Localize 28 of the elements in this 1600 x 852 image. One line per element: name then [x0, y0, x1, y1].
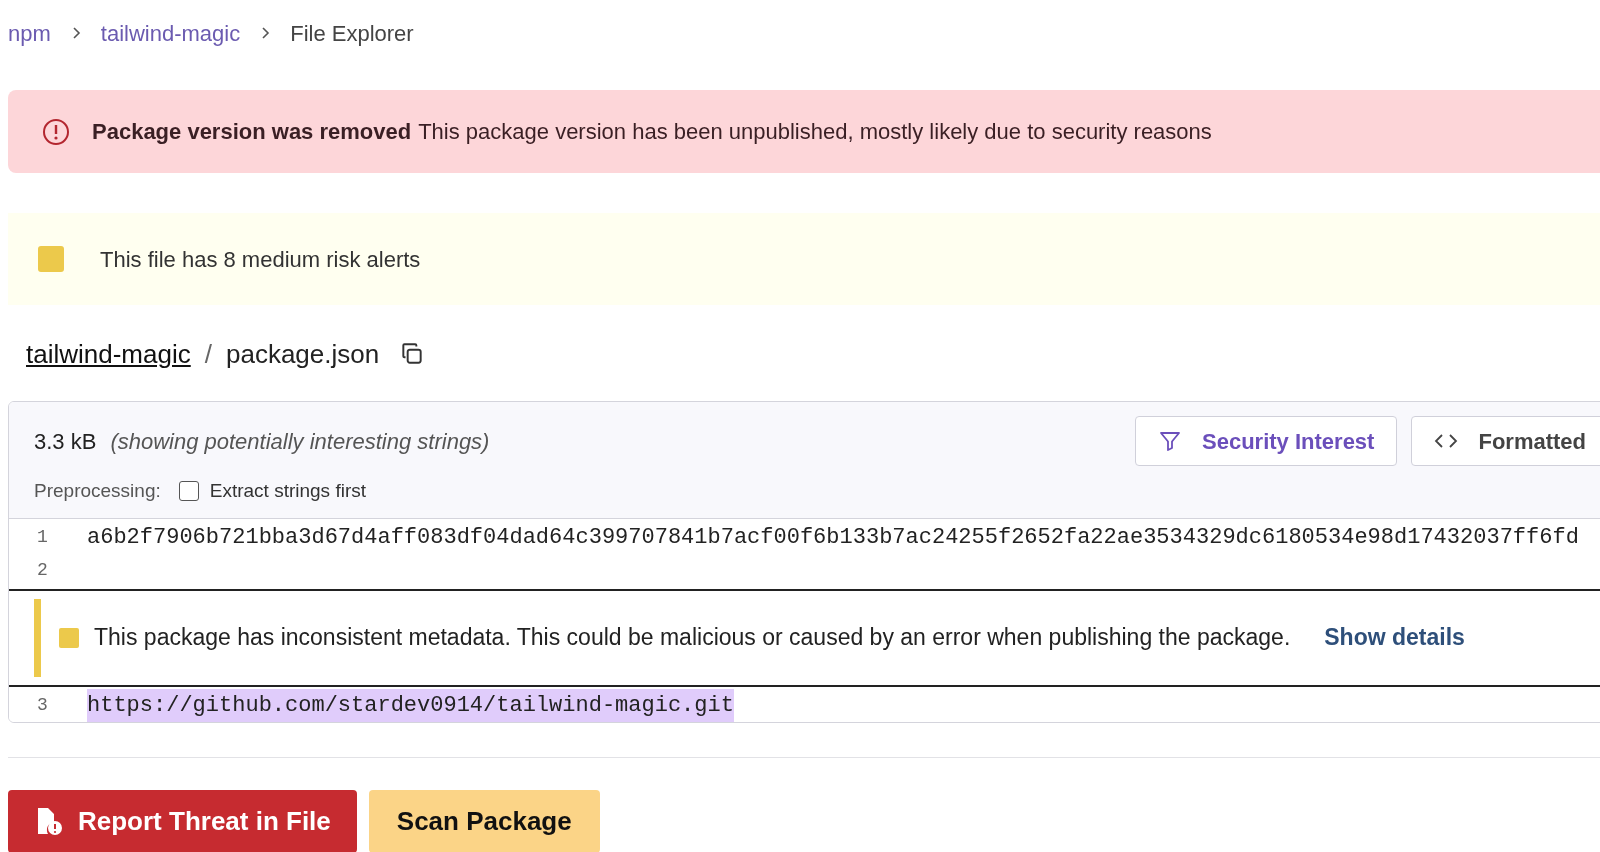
- report-threat-button[interactable]: Report Threat in File: [8, 789, 357, 852]
- banner-message: This package version has been unpublished, mostly likely due to security reasons: [418, 118, 1212, 146]
- chevron-right-icon: [260, 26, 271, 40]
- alert-message: This package has inconsistent metadata. This could be malicious or caused by an error when publishing the package.: [94, 623, 1291, 653]
- file-size: 3.3 kB: [34, 427, 97, 456]
- breadcrumb-current: File Explorer: [290, 19, 414, 48]
- format-toggle[interactable]: Formatted: [1411, 416, 1600, 466]
- viewer-note: (showing potentially interesting strings): [110, 427, 490, 456]
- filter-toggle[interactable]: Security Interest: [1135, 416, 1398, 466]
- package-link[interactable]: tailwind-magic: [26, 334, 191, 374]
- file-name: package.json: [225, 337, 380, 371]
- chevron-right-icon: [70, 26, 81, 40]
- risk-summary: This file has 8 medium risk alerts: [100, 245, 421, 274]
- line-number: 3: [36, 693, 49, 717]
- show-details-link[interactable]: Show details: [1324, 620, 1465, 655]
- extract-checkbox[interactable]: [178, 481, 199, 502]
- code-line: a6b2f7906b721bba3d67d4aff083df04dad64c399707841b7acf00f6b133b7ac24255f2652fa22ae3534329dc6180534e98d17432037ff6fd: [87, 523, 1579, 552]
- breadcrumb-link[interactable]: npm: [8, 16, 51, 50]
- scan-package-button[interactable]: Scan Package: [368, 789, 600, 852]
- line-number: 2: [36, 558, 49, 582]
- breadcrumb-link[interactable]: tailwind-magic: [100, 16, 241, 50]
- checkbox-label: Extract strings first: [209, 479, 366, 503]
- line-number: 1: [36, 525, 49, 549]
- alert-circle-icon: [42, 117, 70, 146]
- filter-icon: [1158, 429, 1183, 453]
- preprocessing-label: Preprocessing:: [34, 479, 161, 503]
- path-separator: /: [204, 337, 212, 371]
- banner-title: Package version was removed: [92, 118, 412, 146]
